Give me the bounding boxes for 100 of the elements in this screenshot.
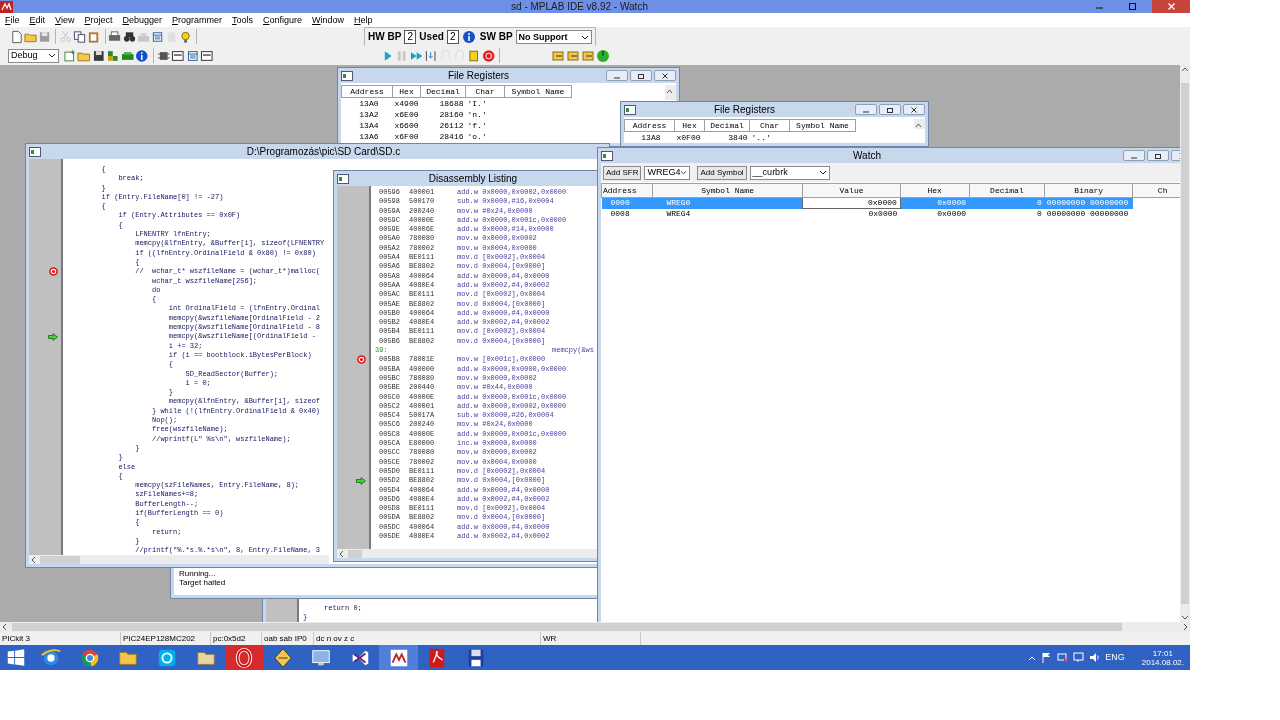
breakpoint-icon[interactable] xyxy=(49,267,58,277)
column-header[interactable]: Binary xyxy=(1044,183,1133,198)
restore-button[interactable] xyxy=(879,104,901,115)
blocks-icon[interactable] xyxy=(106,48,120,63)
speaker-icon[interactable] xyxy=(1089,652,1101,663)
folder-icon[interactable] xyxy=(551,48,565,63)
window-icon[interactable] xyxy=(200,48,214,63)
window-icon[interactable] xyxy=(171,48,185,63)
symbol-dropdown[interactable]: __curbrk xyxy=(749,165,830,180)
table-cell[interactable]: 0x0000 xyxy=(900,208,970,219)
table-cell[interactable]: 0 xyxy=(969,208,1045,219)
table-cell[interactable]: 0x0000 xyxy=(802,197,901,209)
step-into-icon[interactable] xyxy=(424,48,438,63)
table-cell[interactable]: 00000000 00000000 xyxy=(1044,208,1133,219)
chevron-down-icon[interactable] xyxy=(1181,614,1189,622)
menu-item[interactable]: Help xyxy=(354,14,373,26)
breakpoint-icon[interactable] xyxy=(357,355,366,365)
column-header[interactable]: Symbol Name xyxy=(504,85,572,98)
menu-item[interactable]: Window xyxy=(312,14,345,26)
column-header[interactable]: Address xyxy=(601,183,653,198)
column-header[interactable]: Hex xyxy=(674,119,705,132)
add-symbol-button[interactable]: Add Symbol xyxy=(697,165,747,180)
window-title: D:\Programozás\pic\SD Card\SD.c xyxy=(245,145,402,158)
close-button[interactable] xyxy=(903,104,925,115)
clock-time[interactable]: 17:01 xyxy=(1152,648,1173,658)
horizontal-scrollbar[interactable] xyxy=(29,555,329,564)
info-icon xyxy=(461,30,476,44)
table-cell-text: 26112 xyxy=(438,120,465,132)
breakpoint-icon[interactable] xyxy=(481,48,495,63)
table-cell-text: 'f.' xyxy=(466,120,488,132)
menu-item[interactable]: Tools xyxy=(232,14,253,26)
paste-icon[interactable] xyxy=(87,29,101,44)
monitor-icon[interactable] xyxy=(1073,652,1085,663)
column-header[interactable]: Decimal xyxy=(969,183,1045,198)
chevron-left-icon[interactable] xyxy=(337,549,345,558)
horizontal-scrollbar[interactable] xyxy=(0,622,1190,632)
configuration-dropdown[interactable]: Debug xyxy=(8,48,59,63)
close-button[interactable] xyxy=(654,70,676,81)
printer-icon[interactable] xyxy=(108,29,122,44)
table-cell-text: 13A2 xyxy=(358,109,380,121)
window-icon[interactable] xyxy=(185,48,200,63)
column-header[interactable]: Ch xyxy=(1132,183,1180,198)
add-sfr-button[interactable]: Add SFR xyxy=(603,165,642,180)
window-title: Disassembly Listing xyxy=(427,172,519,185)
support-dropdown[interactable]: No Support xyxy=(515,30,592,44)
table-cell[interactable]: 0x0000 xyxy=(802,208,901,219)
chevron-left-icon[interactable] xyxy=(0,623,8,631)
table-cell[interactable]: 0008 xyxy=(601,208,653,219)
power-icon[interactable] xyxy=(596,48,610,63)
column-header[interactable]: Decimal xyxy=(704,119,750,132)
chevron-left-icon[interactable] xyxy=(29,555,37,564)
clock-date[interactable]: 2014.08.02. xyxy=(1141,657,1184,667)
save-icon[interactable] xyxy=(91,48,106,63)
column-header[interactable]: Symbol Name xyxy=(652,183,803,198)
restore-button[interactable] xyxy=(630,70,652,81)
scrollbar-thumb[interactable] xyxy=(348,549,362,558)
language-indicator[interactable]: ENG xyxy=(1105,652,1125,663)
column-header[interactable]: Hex xyxy=(392,85,421,98)
new-file-icon[interactable] xyxy=(10,29,24,44)
menu-item[interactable]: View xyxy=(55,14,75,26)
info-icon[interactable] xyxy=(135,48,149,63)
menu-item[interactable]: Edit xyxy=(29,14,46,26)
lightbulb-icon[interactable] xyxy=(178,29,192,44)
column-header[interactable]: Decimal xyxy=(420,85,466,98)
column-header[interactable]: Symbol Name xyxy=(789,119,856,132)
sfr-dropdown[interactable]: WREG4 xyxy=(644,165,691,180)
copy-icon[interactable] xyxy=(73,29,87,44)
column-header[interactable]: Address xyxy=(341,85,393,98)
chevron-right-icon[interactable] xyxy=(1182,623,1190,631)
scrollbar-thumb[interactable] xyxy=(1181,83,1189,604)
menu-item[interactable]: Debugger xyxy=(122,14,162,26)
window-title: File Registers xyxy=(446,69,511,82)
network-icon[interactable] xyxy=(1057,652,1069,663)
chevron-up-icon[interactable] xyxy=(1181,65,1189,73)
close-icon xyxy=(908,105,920,114)
menu-item[interactable]: Project xyxy=(84,14,113,26)
table-cell[interactable]: WREG4 xyxy=(652,208,803,219)
column-header[interactable]: Char xyxy=(749,119,790,132)
column-header[interactable]: Value xyxy=(802,183,901,198)
diamond-icon[interactable] xyxy=(271,646,294,669)
folder-icon[interactable] xyxy=(566,48,580,63)
new-project-icon[interactable] xyxy=(62,48,77,63)
column-header[interactable]: Char xyxy=(465,85,505,98)
vertical-scrollbar[interactable] xyxy=(1180,65,1190,622)
binoculars-icon[interactable] xyxy=(122,29,136,44)
flag-icon[interactable] xyxy=(1041,652,1053,663)
scrollbar-thumb[interactable] xyxy=(12,623,1122,631)
vertical-scrollbar[interactable] xyxy=(665,85,676,100)
window-title: sd - MPLAB IDE v8.92 - Watch xyxy=(510,0,649,13)
column-header[interactable]: Address xyxy=(624,119,675,132)
folder-icon[interactable] xyxy=(581,48,595,63)
menu-item[interactable]: Configure xyxy=(263,14,303,26)
scrollbar-thumb[interactable] xyxy=(40,555,80,564)
menu-item[interactable]: File xyxy=(5,14,20,26)
windows-logo-icon[interactable] xyxy=(5,646,27,669)
menu-item[interactable]: Programmer xyxy=(171,14,222,26)
column-header[interactable]: Hex xyxy=(900,183,970,198)
restore-button[interactable] xyxy=(1147,150,1169,161)
table-cell: 'I.' xyxy=(465,97,505,110)
horizontal-scrollbar[interactable] xyxy=(337,549,597,558)
